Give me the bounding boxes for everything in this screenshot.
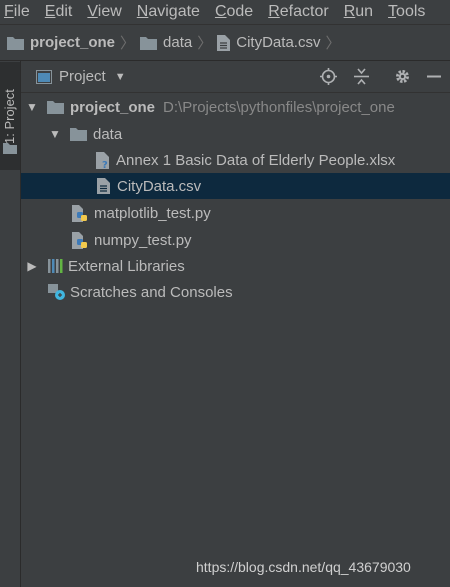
chevron-right-icon: 〉 (120, 35, 136, 52)
menu-file[interactable]: File (0, 3, 30, 21)
menu-refactor-rest: efactor (279, 3, 329, 20)
menu-run-rest: un (355, 3, 374, 20)
folder-icon (47, 101, 64, 114)
menu-run[interactable]: Run (340, 3, 373, 21)
menu-edit-rest: dit (55, 3, 73, 20)
menu-bar: File Edit View Navigate Code Refactor Ru… (0, 0, 450, 24)
watermark-text: https://blog.csdn.net/qq_43679030 (196, 559, 411, 575)
text-file-icon (97, 178, 110, 194)
tree-item-csv-file[interactable]: CityData.csv (21, 173, 450, 199)
breadcrumb-project[interactable]: project_one (7, 34, 115, 51)
folder-icon (7, 36, 24, 50)
expand-arrow-icon[interactable]: ▼ (48, 127, 62, 141)
menu-file-mnemonic: F (4, 3, 14, 20)
locate-icon[interactable] (320, 68, 337, 85)
menu-refactor[interactable]: Refactor (264, 3, 328, 21)
menu-navigate-rest: avigate (148, 3, 200, 20)
external-libraries-label: External Libraries (68, 257, 185, 275)
collapse-all-icon[interactable] (353, 68, 370, 85)
menu-code-rest: ode (226, 3, 254, 20)
expand-arrow-icon[interactable]: ▼ (25, 100, 39, 114)
library-icon (48, 259, 63, 273)
text-file-icon (217, 34, 231, 51)
menu-code-mnemonic: C (214, 3, 227, 20)
tree-item-project-root[interactable]: ▼ project_one D:\Projects\pythonfiles\pr… (21, 94, 450, 120)
expand-arrow-icon[interactable]: ▶ (25, 259, 39, 273)
tree-item-xlsx-file[interactable]: ? Annex 1 Basic Data of Elderly People.x… (21, 147, 450, 173)
xlsx-file-label: Annex 1 Basic Data of Elderly People.xls… (116, 151, 396, 169)
folder-icon (3, 143, 17, 154)
menu-file-rest: ile (13, 3, 30, 20)
menu-view-rest: iew (97, 3, 122, 20)
menu-tools-mnemonic: T (388, 3, 397, 20)
breadcrumb: project_one 〉 data 〉 CityData.csv 〉 (0, 24, 450, 61)
gear-icon[interactable] (394, 68, 411, 85)
scratches-icon (48, 284, 65, 300)
menu-navigate-mnemonic: N (136, 3, 149, 20)
tree-item-scratches[interactable]: Scratches and Consoles (21, 279, 450, 305)
breadcrumb-file-label: CityData.csv (236, 34, 321, 51)
tool-window-tab-label: 1: Project (2, 89, 17, 144)
folder-icon (140, 36, 158, 50)
tree-item-numpy-file[interactable]: numpy_test.py (21, 227, 450, 253)
menu-edit-mnemonic: E (44, 3, 56, 20)
data-folder-label: data (93, 125, 123, 143)
chevron-right-icon: 〉 (325, 35, 341, 52)
breadcrumb-folder[interactable]: data (140, 34, 192, 51)
minimize-icon[interactable] (426, 68, 442, 85)
python-file-icon (72, 231, 87, 249)
python-file-icon (72, 204, 87, 222)
project-view-selector[interactable]: Project (59, 68, 106, 85)
breadcrumb-project-label: project_one (30, 34, 116, 51)
menu-code[interactable]: Code (211, 3, 253, 21)
project-panel-header: Project ▼ (21, 61, 450, 93)
menu-tools-rest: ools (396, 3, 426, 20)
tree-item-external-libraries[interactable]: ▶ External Libraries (21, 253, 450, 279)
tree-item-matplotlib-file[interactable]: matplotlib_test.py (21, 200, 450, 226)
numpy-file-label: numpy_test.py (94, 231, 192, 249)
chevron-down-icon[interactable]: ▼ (115, 71, 126, 83)
project-tree: ▼ project_one D:\Projects\pythonfiles\pr… (21, 93, 450, 587)
menu-edit[interactable]: Edit (41, 3, 73, 21)
breadcrumb-folder-label: data (163, 34, 193, 51)
menu-refactor-mnemonic: R (268, 3, 280, 20)
project-root-path: D:\Projects\pythonfiles\project_one (163, 98, 395, 116)
folder-icon (70, 128, 87, 141)
csv-file-label: CityData.csv (117, 177, 202, 195)
menu-run-mnemonic: R (343, 3, 356, 20)
scratches-label: Scratches and Consoles (70, 283, 233, 301)
menu-navigate[interactable]: Navigate (133, 3, 200, 21)
svg-text:?: ? (102, 160, 108, 169)
menu-view[interactable]: View (83, 3, 121, 21)
menu-view-mnemonic: V (87, 3, 98, 20)
project-root-name: project_one (70, 98, 156, 116)
tree-item-data-folder[interactable]: ▼ data (21, 121, 450, 147)
project-view-icon (36, 69, 52, 84)
matplotlib-file-label: matplotlib_test.py (94, 204, 211, 222)
chevron-right-icon: 〉 (197, 35, 213, 52)
breadcrumb-file[interactable]: CityData.csv (217, 34, 320, 51)
menu-tools[interactable]: Tools (384, 3, 425, 21)
unknown-file-icon: ? (96, 151, 109, 169)
